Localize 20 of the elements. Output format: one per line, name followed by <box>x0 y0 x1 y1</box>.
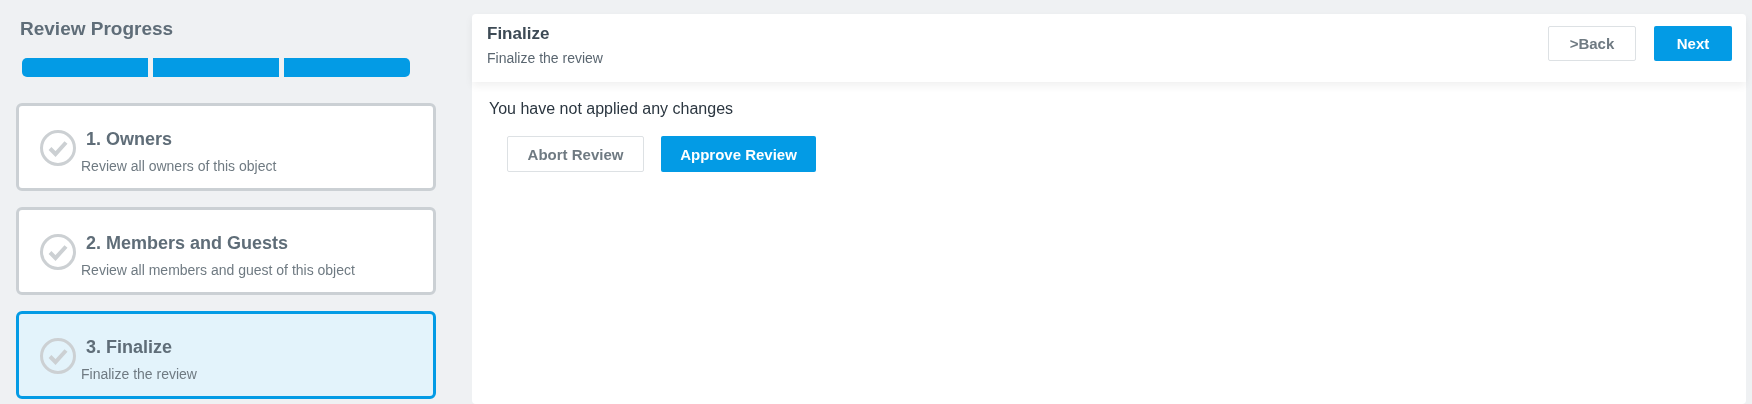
page-title: Finalize <box>487 24 551 44</box>
check-circle-icon <box>39 129 77 167</box>
approve-review-button[interactable]: Approve Review <box>661 136 816 172</box>
abort-review-button[interactable]: Abort Review <box>507 136 644 172</box>
step-description: Finalize the review <box>81 366 197 382</box>
page-subtitle: Finalize the review <box>487 50 603 66</box>
step-card[interactable]: 3. Finalize Finalize the review <box>16 311 436 399</box>
step-title: 2. Members and Guests <box>86 233 290 254</box>
step-title: 1. Owners <box>86 129 174 150</box>
check-circle-icon <box>39 233 77 271</box>
check-circle-icon <box>39 337 77 375</box>
step-card[interactable]: 1. Owners Review all owners of this object <box>16 103 436 191</box>
step-description: Review all members and guest of this object <box>81 262 355 278</box>
step-card[interactable]: 2. Members and Guests Review all members and guest of this object <box>16 207 436 295</box>
step-title: 3. Finalize <box>86 337 174 358</box>
step-description: Review all owners of this object <box>81 158 277 174</box>
next-button[interactable]: Next <box>1654 26 1732 61</box>
sidebar-title: Review Progress <box>20 18 175 41</box>
back-button[interactable]: >Back <box>1548 26 1636 61</box>
status-message: You have not applied any changes <box>489 100 735 118</box>
